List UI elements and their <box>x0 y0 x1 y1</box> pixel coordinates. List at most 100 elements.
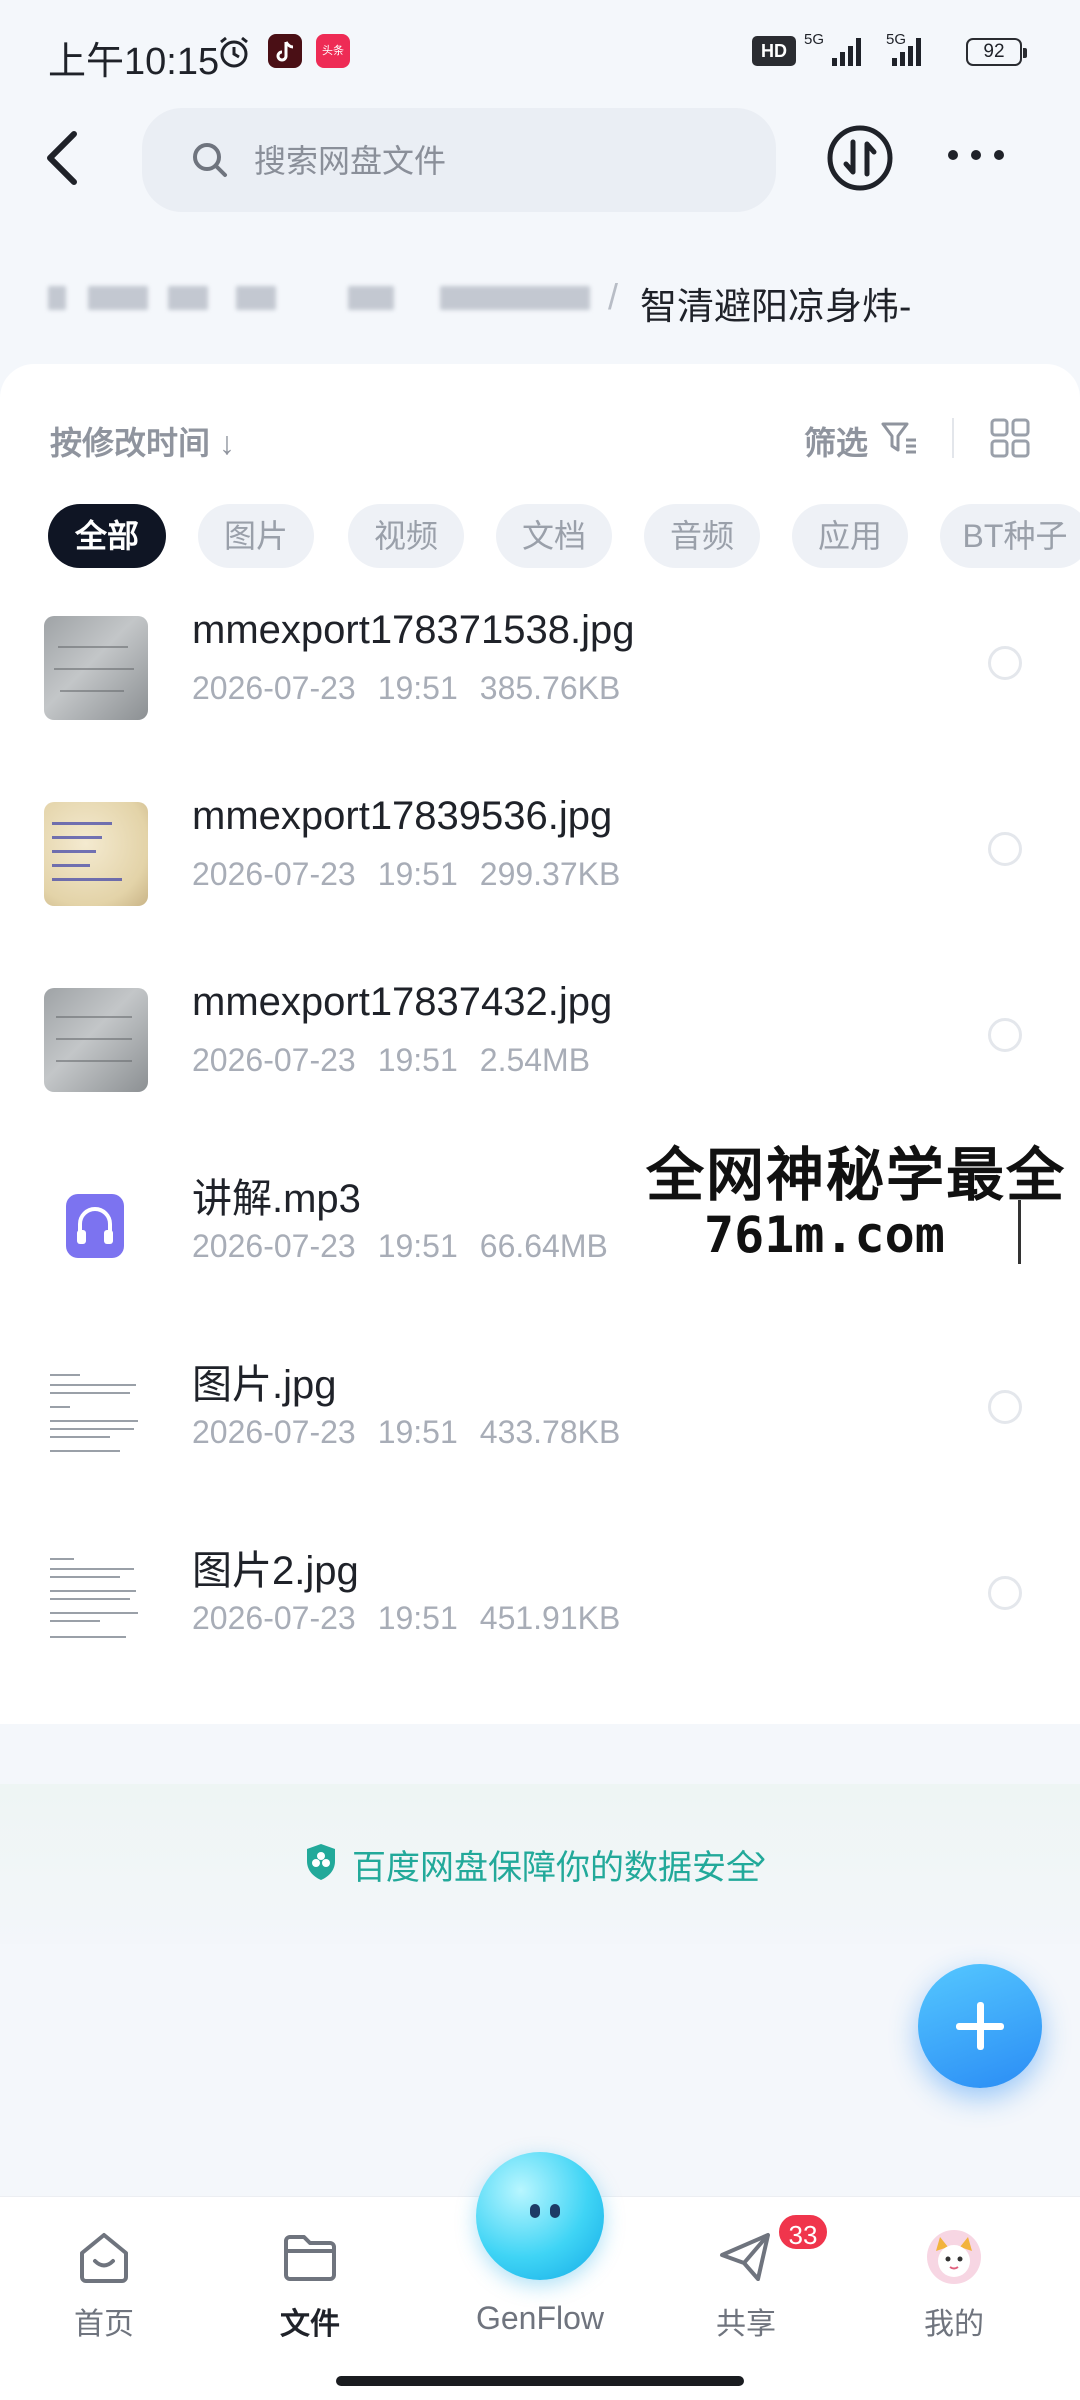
signal-5g-icon: 5G <box>804 31 861 66</box>
chip-all[interactable]: 全部 <box>48 504 166 568</box>
select-checkbox[interactable] <box>988 1018 1022 1052</box>
breadcrumb-redacted[interactable] <box>168 286 208 310</box>
chip-audio[interactable]: 音频 <box>644 504 760 568</box>
svg-text:5G: 5G <box>886 31 906 48</box>
file-row[interactable]: mmexport178371538.jpg 2026-07-23 19:51 385… <box>0 594 1080 780</box>
toolbar-divider <box>952 418 954 458</box>
breadcrumb-redacted[interactable] <box>348 286 394 310</box>
genflow-button[interactable] <box>476 2152 604 2280</box>
file-date: 2026-07-23 <box>192 1600 356 1636</box>
breadcrumb: / 智清避阳凉身炜- <box>48 268 1048 328</box>
breadcrumb-separator: / <box>608 276 619 317</box>
file-date: 2026-07-23 <box>192 1042 356 1078</box>
nav-mine-label: 我的 <box>924 2308 984 2341</box>
select-checkbox[interactable] <box>988 1390 1022 1424</box>
file-meta: 2026-07-23 19:51 385.76KB <box>192 670 642 707</box>
watermark-line2: 761m.com <box>704 1206 945 1264</box>
nav-share-label: 共享 <box>716 2308 776 2341</box>
signal-5g-icon-2: 5G <box>886 31 921 66</box>
watermark-overlay: 全网神秘学最全 761m.com <box>640 1120 1080 1280</box>
filter-icon[interactable] <box>880 420 918 456</box>
nav-home[interactable]: 首页 <box>34 2227 174 2357</box>
category-chips: 全部 图片 视频 文档 音频 应用 BT种子 <box>48 504 1080 570</box>
avatar-icon <box>927 2230 981 2284</box>
audio-file-icon <box>66 1194 124 1258</box>
nav-mine[interactable]: 我的 <box>884 2227 1024 2357</box>
file-time: 19:51 <box>377 856 458 892</box>
file-meta: 2026-07-23 19:51 2.54MB <box>192 1042 612 1079</box>
file-time: 19:51 <box>377 670 458 706</box>
file-name: 图片.jpg <box>192 1363 337 1407</box>
sort-button[interactable]: 按修改时间 ↓ <box>50 418 235 464</box>
file-size: 385.76KB <box>479 670 621 706</box>
transfer-list-button[interactable] <box>826 124 894 192</box>
file-thumbnail <box>44 802 148 906</box>
status-bar: 上午10:15 头条 HD 5G 5G 92 <box>0 0 1080 110</box>
search-placeholder: 搜索网盘文件 <box>254 143 447 179</box>
breadcrumb-redacted[interactable] <box>88 286 148 310</box>
file-date: 2026-07-23 <box>192 1414 356 1450</box>
nav-home-label: 首页 <box>74 2308 134 2341</box>
chip-documents[interactable]: 文档 <box>496 504 612 568</box>
news-app-icon: 头条 <box>316 34 350 68</box>
folder-icon <box>284 2235 336 2281</box>
file-date: 2026-07-23 <box>192 670 356 706</box>
file-time: 19:51 <box>377 1228 458 1264</box>
nav-genflow-label[interactable]: GenFlow <box>440 2300 640 2337</box>
file-row[interactable]: mmexport17839536.jpg 2026-07-23 19:51 299.… <box>0 780 1080 966</box>
more-dot-icon <box>948 150 958 160</box>
file-name: mmexport178371538.jpg <box>192 608 635 652</box>
genflow-eye <box>530 2204 540 2218</box>
home-indicator[interactable] <box>336 2376 744 2386</box>
security-text: 百度网盘保障你的数据安全 <box>352 1849 760 1887</box>
breadcrumb-redacted[interactable] <box>236 286 276 310</box>
file-row[interactable]: 图片.jpg 2026-07-23 19:51 433.78KB <box>0 1338 1080 1524</box>
grid-view-icon[interactable] <box>990 418 1030 458</box>
file-size: 299.37KB <box>479 856 621 892</box>
file-meta: 2026-07-23 19:51 433.78KB <box>192 1414 642 1451</box>
file-date: 2026-07-23 <box>192 1228 356 1264</box>
chip-videos[interactable]: 视频 <box>348 504 464 568</box>
svg-text:5G: 5G <box>804 31 824 48</box>
file-size: 2.54MB <box>479 1042 591 1078</box>
shield-icon <box>307 1844 335 1880</box>
filter-button[interactable]: 筛选 <box>804 418 868 464</box>
status-time: 上午10:15 <box>48 41 220 83</box>
more-menu-button[interactable] <box>946 136 1006 176</box>
select-checkbox[interactable] <box>988 1576 1022 1610</box>
add-button[interactable] <box>918 1964 1042 2088</box>
alarm-icon <box>220 36 248 68</box>
genflow-eye <box>550 2204 560 2218</box>
file-name: 图片2.jpg <box>192 1549 359 1593</box>
file-meta: 2026-07-23 19:51 299.37KB <box>192 856 642 893</box>
security-notice[interactable]: 百度网盘保障你的数据安全 › <box>0 1784 1080 1944</box>
nav-files-label: 文件 <box>280 2308 340 2341</box>
more-dot-icon <box>994 150 1004 160</box>
file-thumbnail <box>44 616 148 720</box>
chevron-right-icon: › <box>754 1836 766 1877</box>
file-thumbnail <box>44 1546 148 1650</box>
file-size: 451.91KB <box>479 1600 621 1636</box>
chip-images[interactable]: 图片 <box>198 504 314 568</box>
watermark-line1: 全网神秘学最全 <box>646 1143 1067 1208</box>
file-name: mmexport17839536.jpg <box>192 794 613 838</box>
chip-bt-seeds[interactable]: BT种子 <box>940 504 1080 568</box>
nav-files[interactable]: 文件 <box>240 2227 380 2357</box>
file-size: 433.78KB <box>479 1414 621 1450</box>
battery-icon: 92 <box>966 38 1027 66</box>
share-badge: 33 <box>776 2212 830 2252</box>
back-button[interactable] <box>34 118 94 198</box>
file-size: 66.64MB <box>479 1228 608 1264</box>
file-thumbnail <box>44 1360 148 1464</box>
file-time: 19:51 <box>377 1414 458 1450</box>
file-thumbnail <box>44 988 148 1092</box>
search-input[interactable]: 搜索网盘文件 <box>142 108 776 212</box>
breadcrumb-redacted[interactable] <box>440 286 590 310</box>
select-checkbox[interactable] <box>988 646 1022 680</box>
file-time: 19:51 <box>377 1600 458 1636</box>
select-checkbox[interactable] <box>988 832 1022 866</box>
chip-apps[interactable]: 应用 <box>792 504 908 568</box>
breadcrumb-redacted[interactable] <box>48 286 66 310</box>
file-row[interactable]: 图片2.jpg 2026-07-23 19:51 451.91KB <box>0 1524 1080 1710</box>
file-meta: 2026-07-23 19:51 66.64MB <box>192 1228 630 1265</box>
